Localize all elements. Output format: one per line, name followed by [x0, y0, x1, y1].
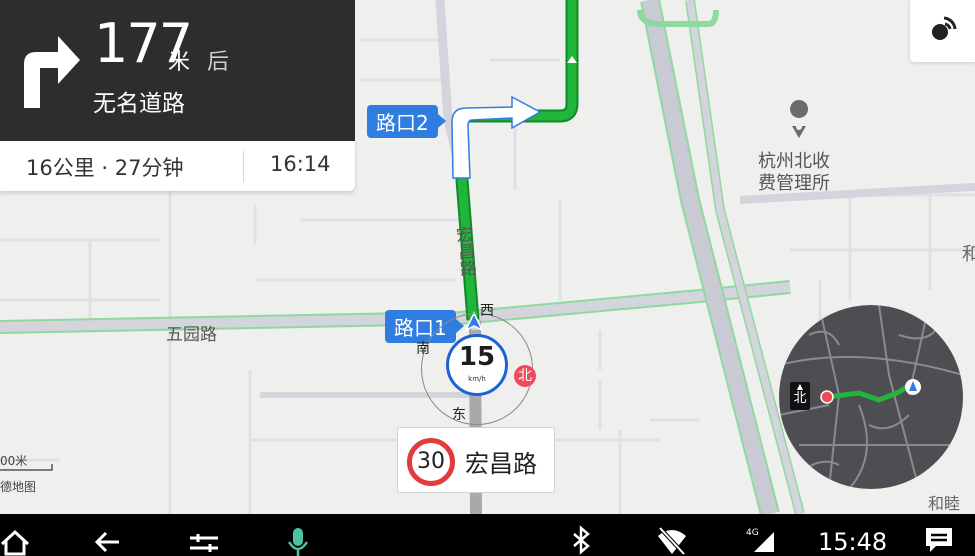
speed-limit-card: 30 宏昌路 — [397, 427, 555, 493]
current-speed-indicator: 15 km/h — [446, 334, 508, 396]
settings-sliders-icon[interactable] — [188, 514, 220, 556]
back-icon[interactable] — [92, 514, 122, 556]
road-label-hongchang: 宏昌路 — [451, 225, 477, 278]
poi-label-edge: 和 — [962, 244, 975, 265]
turn-distance-suffix: 后 — [207, 50, 230, 75]
wifi-off-icon[interactable] — [656, 514, 688, 556]
signal-broadcast-icon — [932, 16, 957, 40]
minimap-north-indicator: ▲ 北 — [790, 382, 810, 410]
compass-west: 西 — [480, 303, 494, 319]
current-road-name: 宏昌路 — [465, 450, 537, 478]
system-status-bar: 4G 15:48 — [0, 514, 975, 556]
compass-south: 南 — [416, 341, 430, 357]
signal-icon — [754, 532, 774, 552]
turn-instruction-panel: 177 米 后 无名道路 — [0, 0, 355, 141]
turn-distance-unit: 米 — [168, 50, 191, 75]
current-speed-value: 15 — [458, 342, 496, 372]
map-copyright: 德地图 — [0, 480, 37, 494]
speed-limit-sign: 30 — [407, 438, 455, 486]
home-icon[interactable] — [0, 514, 30, 556]
poi-label-toll-2[interactable]: 费管理所 — [758, 169, 830, 195]
turn-right-icon — [24, 36, 80, 108]
microphone-icon[interactable] — [286, 514, 310, 556]
divider — [243, 151, 244, 182]
current-speed-unit: km/h — [468, 375, 486, 383]
remaining-distance-time: 16公里 · 27分钟 — [26, 156, 184, 180]
message-icon[interactable] — [924, 514, 954, 556]
minimap-north-label: 北 — [793, 391, 807, 406]
system-clock: 15:48 — [818, 528, 888, 556]
route-overview-button[interactable] — [910, 0, 975, 62]
junction-callout-2: 路口2 — [367, 105, 446, 138]
next-road-name: 无名道路 — [93, 91, 185, 117]
compass-east: 东 — [452, 407, 466, 423]
road-label-wuyuan: 五园路 — [166, 325, 217, 345]
arrival-time: 16:14 — [270, 152, 331, 176]
scale-label: 00米 — [0, 454, 28, 468]
compass-north-badge: 北 — [514, 365, 536, 387]
bluetooth-icon[interactable] — [570, 514, 592, 556]
trip-summary-bar[interactable]: 16公里 · 27分钟 16:14 — [0, 141, 355, 191]
